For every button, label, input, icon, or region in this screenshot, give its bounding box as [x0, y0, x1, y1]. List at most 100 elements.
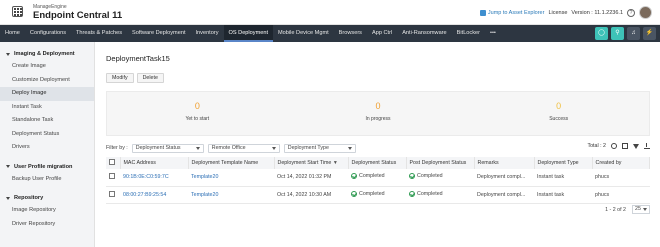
pagination: 1 - 2 of 2 25: [605, 205, 650, 214]
page-size-value: 25: [635, 206, 641, 212]
tab-os-deployment[interactable]: OS Deployment: [223, 25, 273, 42]
stat-value: 0: [194, 101, 200, 111]
download-icon[interactable]: [644, 143, 650, 149]
modify-button[interactable]: Modify: [106, 73, 134, 83]
license-link[interactable]: License: [548, 10, 567, 16]
table-row: 08:00:27:B9:25:54 Template20 Oct 14, 202…: [106, 186, 650, 204]
tab-bitlocker[interactable]: BitLocker: [452, 25, 485, 42]
sidebar-section-label: User Profile migration: [14, 163, 73, 170]
caret-down-icon: [6, 52, 10, 56]
user-avatar[interactable]: [639, 6, 652, 19]
column-header[interactable]: MAC Address: [120, 157, 189, 169]
sidebar-item-driver-repository[interactable]: Driver Repository: [0, 218, 94, 232]
check-circle-icon: [409, 190, 415, 197]
more-tabs-button[interactable]: •••: [485, 25, 501, 42]
sidebar-item-image-repository[interactable]: Image Repository: [0, 204, 94, 218]
status-text: Completed: [417, 173, 443, 180]
caret-down-icon: [6, 165, 10, 168]
tab-configurations[interactable]: Configurations: [25, 25, 71, 42]
action-buttons: Modify Delete: [106, 73, 164, 83]
check-circle-icon: [351, 173, 357, 180]
column-header[interactable]: Post Deployment Status: [406, 157, 475, 169]
lightning-icon[interactable]: ⚡: [643, 27, 656, 40]
sidebar-item-standalone-task[interactable]: Standalone Task: [0, 114, 94, 128]
table-row: 90:1B:0E:C0:59:7C Template20 Oct 14, 202…: [106, 169, 650, 187]
brand-product-title: Endpoint Central 11: [33, 10, 123, 21]
row-checkbox[interactable]: [109, 173, 115, 180]
sidebar-section-label: Imaging & Deployment: [14, 51, 75, 57]
post-deployment-status-cell: Completed: [406, 169, 474, 187]
sidebar-section-imaging[interactable]: Imaging & Deployment: [0, 48, 94, 60]
deployment-status-cell: Completed: [348, 186, 406, 204]
sidebar-section-user-profile[interactable]: User Profile migration: [0, 161, 94, 173]
stat-label: Yet to start: [185, 116, 210, 122]
tab-home[interactable]: Home: [0, 25, 25, 42]
column-header-start-time[interactable]: Deployment Start Time ▼: [274, 157, 349, 169]
tab-mobile-device-mgmt[interactable]: Mobile Device Mgmt: [273, 25, 334, 42]
search-icon[interactable]: [611, 143, 617, 149]
mac-address-link[interactable]: 08:00:27:B9:25:54: [120, 186, 188, 204]
sidebar-section-repository[interactable]: Repository: [0, 192, 94, 204]
tab-software-deployment[interactable]: Software Deployment: [127, 25, 190, 42]
tab-anti-ransomware[interactable]: Anti-Ransomware: [397, 25, 451, 42]
tab-inventory[interactable]: Inventory: [191, 25, 224, 42]
total-count: Total : 2: [587, 143, 606, 149]
tab-browsers[interactable]: Browsers: [334, 25, 367, 42]
check-circle-icon: [409, 173, 415, 180]
tab-threats-patches[interactable]: Threats & Patches: [71, 25, 127, 42]
start-time: Oct 14, 2022 10:30 AM: [274, 186, 348, 204]
sort-icon: ▼: [332, 160, 338, 166]
column-header[interactable]: Remarks: [474, 157, 535, 169]
top-header: ManageEngine Endpoint Central 11 Jump to…: [0, 0, 660, 25]
filter-icon[interactable]: [633, 143, 639, 149]
help-icon[interactable]: ?: [627, 8, 635, 17]
select-all-cell: [106, 157, 121, 169]
sidebar-item-instant-task[interactable]: Instant Task: [0, 101, 94, 115]
select-value: Deployment Status: [135, 144, 181, 151]
shield-icon[interactable]: ◯: [595, 27, 608, 40]
sidebar-item-customize-deployment[interactable]: Customize Deployment: [0, 74, 94, 88]
select-all-checkbox[interactable]: [109, 159, 115, 165]
tab-app-ctrl[interactable]: App Ctrl: [367, 25, 397, 42]
columns-icon[interactable]: [622, 143, 628, 149]
stat-success[interactable]: 0 Success: [468, 92, 649, 135]
sidebar-item-backup-user-profile[interactable]: Backup User Profile: [0, 173, 94, 187]
search-icon[interactable]: ⚲: [611, 27, 624, 40]
nav-right-icons: ◯ ⚲ ♫ ⚡: [595, 27, 656, 40]
deployment-status-filter[interactable]: Deployment Status: [131, 143, 204, 153]
template-link[interactable]: Template20: [188, 169, 274, 187]
sidebar: Imaging & Deployment Create Image Custom…: [0, 42, 95, 247]
sidebar-item-drivers[interactable]: Drivers: [0, 141, 94, 155]
sidebar-item-deployment-status[interactable]: Deployment Status: [0, 128, 94, 142]
table-header-row: MAC Address Deployment Template Name Dep…: [106, 157, 650, 169]
status-text: Completed: [359, 173, 385, 180]
table-tools: Total : 2: [587, 143, 650, 149]
sidebar-item-create-image[interactable]: Create Image: [0, 60, 94, 74]
column-header[interactable]: Created by: [592, 157, 650, 169]
template-link[interactable]: Template20: [188, 186, 274, 204]
column-header-label: Deployment Start Time: [277, 160, 332, 166]
row-checkbox[interactable]: [109, 190, 115, 197]
page-size-select[interactable]: 25: [632, 205, 650, 214]
column-header[interactable]: Deployment Type: [534, 157, 593, 169]
remarks: Deployment compl...: [474, 186, 534, 204]
select-value: Deployment Type: [287, 144, 329, 151]
column-header[interactable]: Deployment Template Name: [188, 157, 275, 169]
stat-label: In progress: [365, 116, 391, 122]
deployment-type-filter[interactable]: Deployment Type: [283, 143, 356, 153]
app-grid-icon[interactable]: [12, 6, 23, 17]
status-text: Completed: [417, 190, 443, 197]
remote-office-filter[interactable]: Remote Office: [207, 143, 280, 153]
column-header[interactable]: Deployment Status: [348, 157, 407, 169]
stat-in-progress[interactable]: 0 In progress: [288, 92, 469, 135]
mac-address-link[interactable]: 90:1B:0E:C0:59:7C: [120, 169, 188, 187]
jump-to-asset-explorer-link[interactable]: Jump to Asset Explorer: [479, 9, 544, 16]
jump-icon: [479, 9, 486, 16]
bell-icon[interactable]: ♫: [627, 27, 640, 40]
select-value: Remote Office: [211, 144, 246, 151]
delete-button[interactable]: Delete: [136, 73, 164, 83]
sidebar-item-deploy-image[interactable]: Deploy Image: [0, 87, 94, 101]
filter-label: Filter by :: [106, 145, 128, 151]
stat-yet-to-start[interactable]: 0 Yet to start: [107, 92, 288, 135]
status-summary: 0 Yet to start 0 In progress 0 Success: [106, 91, 650, 136]
